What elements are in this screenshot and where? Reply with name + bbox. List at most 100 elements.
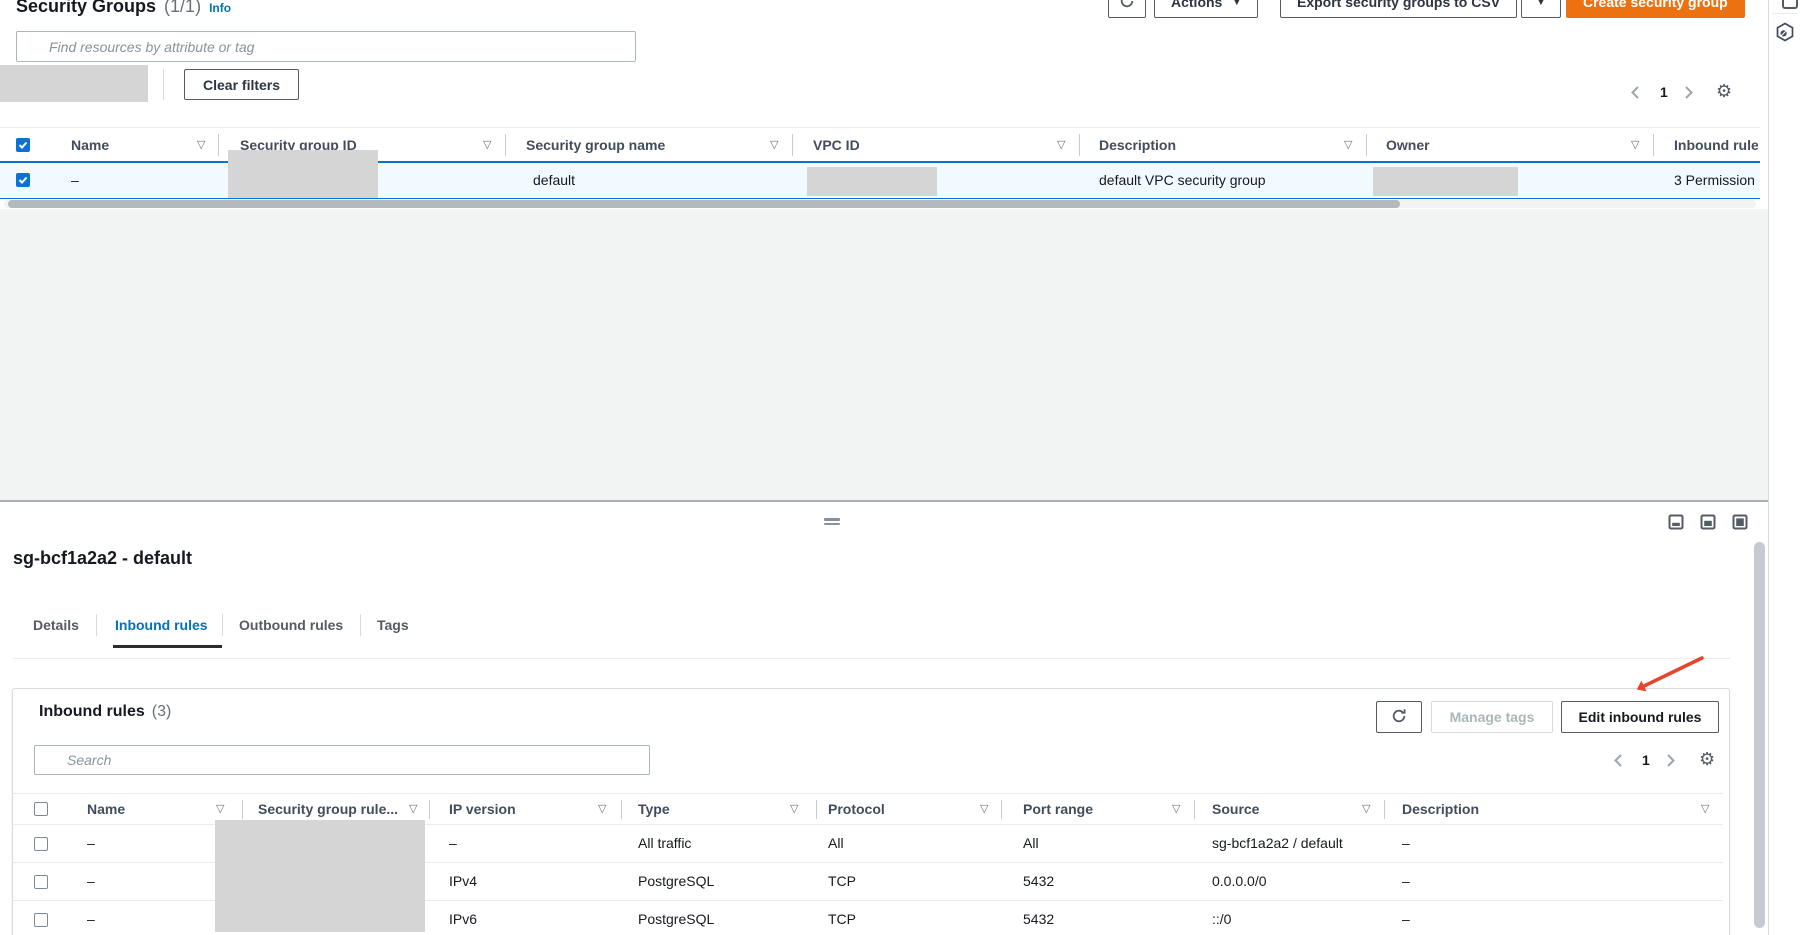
page-header: Security Groups (1/1) Info — [16, 0, 231, 17]
cell-name: – — [87, 901, 95, 935]
row-checkbox[interactable] — [34, 837, 48, 851]
cell-description: default VPC security group — [1099, 163, 1266, 198]
preferences-gear-icon[interactable] — [1699, 750, 1715, 768]
clipped-panel-icon[interactable] — [1782, 0, 1798, 9]
preferences-gear-icon[interactable] — [1716, 82, 1732, 100]
cell-source: sg-bcf1a2a2 / default — [1212, 825, 1343, 862]
panel-size-large-icon[interactable] — [1732, 514, 1748, 533]
filter-icon[interactable] — [1701, 804, 1709, 815]
redacted-owner — [1373, 167, 1518, 196]
tab-inbound-rules[interactable]: Inbound rules — [115, 612, 208, 638]
column-header-sg-name[interactable]: Security group name — [526, 128, 665, 162]
column-header-name[interactable]: Name — [71, 128, 109, 162]
horizontal-scrollbar[interactable] — [8, 200, 1400, 208]
column-header-inbound-rules[interactable]: Inbound rules c — [1674, 128, 1758, 162]
filter-icon[interactable] — [483, 140, 491, 151]
column-divider — [1653, 134, 1654, 156]
panel-size-medium-icon[interactable] — [1700, 514, 1716, 533]
rules-search-input[interactable] — [34, 745, 650, 775]
column-header-name[interactable]: Name — [87, 794, 125, 824]
previous-page-icon[interactable] — [1613, 753, 1623, 770]
select-all-checkbox[interactable] — [16, 138, 30, 152]
export-csv-label: Export security groups to CSV — [1297, 0, 1500, 10]
edit-inbound-rules-button[interactable]: Edit inbound rules — [1561, 701, 1719, 733]
column-header-type[interactable]: Type — [638, 794, 670, 824]
panel-size-small-icon[interactable] — [1668, 514, 1684, 533]
filter-icon[interactable] — [1172, 804, 1180, 815]
tab-outbound-rules[interactable]: Outbound rules — [239, 612, 343, 638]
page-title-count: (1/1) — [164, 0, 201, 17]
filter-icon[interactable] — [598, 804, 606, 815]
create-security-group-button[interactable]: Create security group — [1566, 0, 1745, 18]
filter-icon[interactable] — [1631, 140, 1639, 151]
edit-inbound-rules-label: Edit inbound rules — [1579, 709, 1702, 725]
export-csv-button[interactable]: Export security groups to CSV — [1280, 0, 1517, 18]
tab-details[interactable]: Details — [33, 612, 79, 638]
cell-protocol: All — [828, 825, 844, 862]
column-header-source[interactable]: Source — [1212, 794, 1259, 824]
cell-ip-version: IPv6 — [449, 901, 477, 935]
filter-icon[interactable] — [1362, 804, 1370, 815]
column-divider — [218, 134, 219, 156]
cell-type: PostgreSQL — [638, 863, 714, 900]
export-split-dropdown-button[interactable]: ▼ — [1521, 0, 1561, 18]
refresh-icon — [1391, 708, 1407, 727]
vertical-scrollbar[interactable] — [1754, 542, 1765, 928]
current-page[interactable]: 1 — [1660, 84, 1668, 100]
next-page-icon[interactable] — [1684, 85, 1694, 102]
column-header-port-range[interactable]: Port range — [1023, 794, 1093, 824]
column-divider — [792, 134, 793, 156]
annotation-arrow — [1614, 636, 1724, 700]
cell-type: PostgreSQL — [638, 901, 714, 935]
filter-icon[interactable] — [980, 804, 988, 815]
column-header-ip-version[interactable]: IP version — [449, 794, 516, 824]
filter-icon[interactable] — [770, 140, 778, 151]
tab-tags[interactable]: Tags — [377, 612, 409, 638]
column-header-description[interactable]: Description — [1099, 128, 1176, 162]
next-page-icon[interactable] — [1666, 753, 1676, 770]
filter-icon[interactable] — [1344, 140, 1352, 151]
column-header-vpc-id[interactable]: VPC ID — [813, 128, 860, 162]
page-title: Security Groups — [16, 0, 156, 17]
info-link[interactable]: Info — [209, 1, 231, 15]
row-checkbox[interactable] — [34, 913, 48, 927]
resources-hexagon-icon[interactable] — [1774, 21, 1796, 46]
filter-icon[interactable] — [197, 140, 205, 151]
strip-divider — [1772, 13, 1797, 14]
actions-label: Actions — [1171, 0, 1222, 10]
manage-tags-button[interactable]: Manage tags — [1431, 701, 1553, 733]
cell-sg-name: default — [533, 163, 575, 198]
find-resources-input[interactable] — [16, 31, 636, 62]
actions-button[interactable]: Actions ▼ — [1154, 0, 1258, 18]
column-divider — [1366, 134, 1367, 156]
chevron-down-icon: ▼ — [1232, 0, 1241, 7]
cell-description: – — [1402, 901, 1410, 935]
tabs-bottom-border — [13, 658, 1730, 659]
filter-icon[interactable] — [1057, 140, 1065, 151]
refresh-icon — [1119, 0, 1135, 12]
split-panel-drag-handle[interactable] — [824, 518, 840, 525]
refresh-button[interactable] — [1376, 701, 1422, 733]
filter-icon[interactable] — [216, 804, 224, 815]
cell-name: – — [87, 863, 95, 900]
aws-console-screen: Security Groups (1/1) Info Actions ▼ Exp… — [0, 0, 1800, 935]
column-header-description[interactable]: Description — [1402, 794, 1479, 824]
column-divider — [816, 800, 817, 819]
select-all-checkbox[interactable] — [34, 802, 48, 816]
row-checkbox[interactable] — [16, 173, 30, 187]
cell-protocol: TCP — [828, 863, 856, 900]
filter-divider — [163, 69, 164, 100]
refresh-button[interactable] — [1108, 0, 1146, 18]
clear-filters-button[interactable]: Clear filters — [184, 69, 299, 100]
column-header-owner[interactable]: Owner — [1386, 128, 1430, 162]
filter-icon[interactable] — [409, 804, 417, 815]
row-checkbox[interactable] — [34, 875, 48, 889]
current-page[interactable]: 1 — [1642, 752, 1650, 768]
active-tab-underline — [113, 645, 222, 648]
column-header-protocol[interactable]: Protocol — [828, 794, 885, 824]
filter-icon[interactable] — [790, 804, 798, 815]
column-divider — [621, 800, 622, 819]
cell-name: – — [87, 825, 95, 862]
previous-page-icon[interactable] — [1630, 85, 1640, 102]
column-divider — [1194, 800, 1195, 819]
